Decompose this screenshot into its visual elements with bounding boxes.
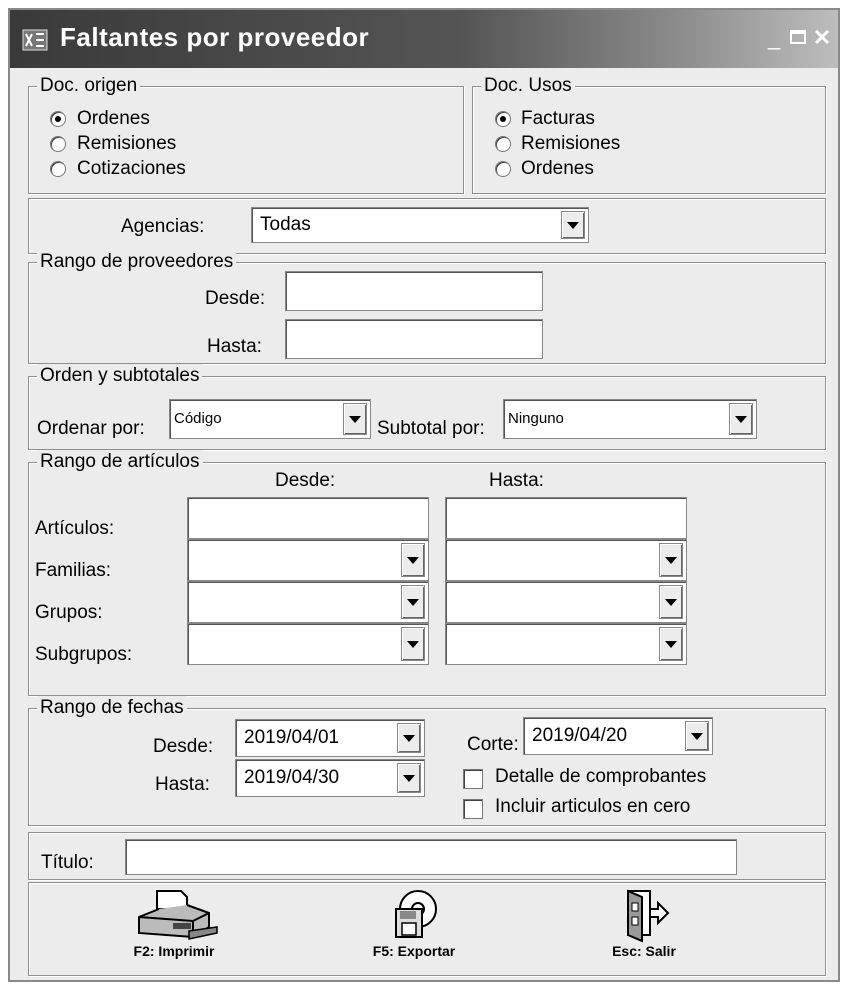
radio-origen-ordenes-label[interactable]: Ordenes [77, 107, 150, 131]
rango-articulos-group: Rango de artículos Desde: Hasta: Artícul… [28, 450, 826, 696]
doc-origen-group: Doc. origen Ordenes Remisiones Cotizacio… [28, 74, 464, 194]
rango-articulos-legend: Rango de artículos [37, 450, 203, 474]
exit-door-icon [627, 889, 670, 943]
orden-subtotales-legend: Orden y subtotales [37, 364, 203, 388]
close-icon [814, 29, 830, 45]
fecha-desde-label: Desde: [153, 736, 214, 757]
detalle-comprobantes-checkbox[interactable] [463, 769, 483, 789]
radio-usos-remisiones-label[interactable]: Remisiones [521, 132, 620, 156]
proveedor-desde-label: Desde: [205, 288, 266, 309]
title-bar[interactable]: Faltantes por proveedor _ [10, 10, 838, 68]
doc-origen-legend: Doc. origen [37, 74, 141, 98]
exportar-button[interactable]: F5: Exportar [349, 887, 479, 959]
maximize-icon [790, 30, 806, 44]
chevron-down-icon[interactable] [659, 585, 683, 619]
subtotal-por-label: Subtotal por: [377, 418, 485, 439]
articulos-desde-input[interactable] [187, 497, 429, 539]
minimize-button[interactable]: _ [764, 27, 784, 49]
agencias-select[interactable]: Todas [251, 207, 589, 243]
fecha-hasta-picker[interactable]: 2019/04/30 [235, 759, 425, 797]
close-button[interactable] [812, 28, 832, 48]
proveedor-desde-input[interactable] [285, 271, 543, 311]
radio-origen-cotizaciones[interactable] [50, 161, 66, 177]
chevron-down-icon[interactable] [401, 627, 425, 661]
grupos-desde-select[interactable] [187, 581, 429, 623]
action-toolbar: F2: Imprimir F5: Exportar Esc: Salir [28, 882, 826, 976]
articulos-label: Artículos: [35, 518, 115, 539]
orden-subtotales-group: Orden y subtotales Ordenar por: Código S… [28, 364, 826, 450]
chevron-down-icon[interactable] [397, 763, 421, 793]
agencias-label: Agencias: [121, 216, 205, 237]
maximize-button[interactable] [788, 28, 808, 48]
fecha-corte-picker[interactable]: 2019/04/20 [523, 717, 713, 755]
chevron-down-icon[interactable] [343, 403, 367, 435]
titulo-group: Título: [28, 832, 826, 880]
doc-usos-group: Doc. Usos Facturas Remisiones Ordenes [472, 74, 826, 194]
fecha-hasta-value: 2019/04/30 [244, 767, 340, 788]
rango-proveedores-legend: Rango de proveedores [37, 250, 237, 274]
detalle-comprobantes-label[interactable]: Detalle de comprobantes [495, 765, 706, 789]
familias-desde-select[interactable] [187, 539, 429, 581]
doc-usos-legend: Doc. Usos [481, 74, 575, 98]
incluir-cero-label[interactable]: Incluir articulos en cero [495, 795, 690, 819]
chevron-down-icon[interactable] [401, 543, 425, 577]
rango-fechas-legend: Rango de fechas [37, 696, 187, 720]
rango-fechas-group: Rango de fechas Desde: 2019/04/01 Hasta:… [28, 696, 826, 826]
chevron-down-icon[interactable] [401, 585, 425, 619]
subgrupos-desde-select[interactable] [187, 623, 429, 665]
proveedor-hasta-label: Hasta: [207, 336, 262, 357]
chevron-down-icon[interactable] [729, 403, 753, 435]
radio-usos-facturas-label[interactable]: Facturas [521, 107, 595, 131]
imprimir-label: F2: Imprimir [133, 943, 215, 959]
fecha-hasta-label: Hasta: [155, 774, 210, 795]
radio-origen-ordenes[interactable] [50, 111, 66, 127]
radio-origen-remisiones[interactable] [50, 136, 66, 152]
chevron-down-icon[interactable] [685, 721, 709, 751]
titulo-label: Título: [41, 852, 94, 873]
exportar-label: F5: Exportar [372, 943, 456, 959]
chevron-down-icon[interactable] [561, 211, 585, 239]
subgrupos-label: Subgrupos: [35, 644, 133, 665]
agencias-value: Todas [260, 214, 311, 235]
titulo-input[interactable] [125, 839, 737, 875]
familias-hasta-select[interactable] [445, 539, 687, 581]
proveedor-hasta-input[interactable] [285, 319, 543, 359]
fecha-desde-value: 2019/04/01 [244, 727, 340, 748]
ordenar-por-label: Ordenar por: [37, 418, 145, 439]
incluir-cero-checkbox[interactable] [463, 799, 483, 819]
articulos-hasta-input[interactable] [445, 497, 687, 539]
grupos-label: Grupos: [35, 602, 103, 623]
report-window: Faltantes por proveedor _ Doc. origen Or… [8, 8, 840, 982]
articulos-col-desde: Desde: [275, 470, 336, 491]
salir-label: Esc: Salir [612, 943, 676, 959]
chevron-down-icon[interactable] [659, 627, 683, 661]
familias-label: Familias: [35, 560, 112, 581]
export-disk-icon [395, 890, 437, 938]
subgrupos-hasta-select[interactable] [445, 623, 687, 665]
chevron-down-icon[interactable] [397, 723, 421, 753]
radio-usos-facturas[interactable] [495, 111, 511, 127]
fecha-corte-label: Corte: [467, 734, 519, 755]
articulos-col-hasta: Hasta: [489, 470, 544, 491]
printer-icon [138, 890, 218, 940]
subtotal-por-value: Ninguno [508, 410, 564, 427]
radio-origen-cotizaciones-label[interactable]: Cotizaciones [77, 157, 186, 181]
radio-usos-ordenes[interactable] [495, 161, 511, 177]
ordenar-por-select[interactable]: Código [169, 399, 371, 439]
radio-usos-ordenes-label[interactable]: Ordenes [521, 157, 594, 181]
imprimir-button[interactable]: F2: Imprimir [109, 887, 239, 959]
fecha-corte-value: 2019/04/20 [532, 725, 628, 746]
ordenar-por-value: Código [174, 410, 222, 427]
radio-origen-remisiones-label[interactable]: Remisiones [77, 132, 176, 156]
fecha-desde-picker[interactable]: 2019/04/01 [235, 719, 425, 757]
rango-proveedores-group: Rango de proveedores Desde: Hasta: [28, 250, 826, 364]
agencias-group: Agencias: Todas [28, 198, 826, 254]
grupos-hasta-select[interactable] [445, 581, 687, 623]
window-title: Faltantes por proveedor [60, 22, 370, 52]
salir-button[interactable]: Esc: Salir [579, 887, 709, 959]
chevron-down-icon[interactable] [659, 543, 683, 577]
app-icon [22, 29, 48, 51]
radio-usos-remisiones[interactable] [495, 136, 511, 152]
subtotal-por-select[interactable]: Ninguno [503, 399, 757, 439]
